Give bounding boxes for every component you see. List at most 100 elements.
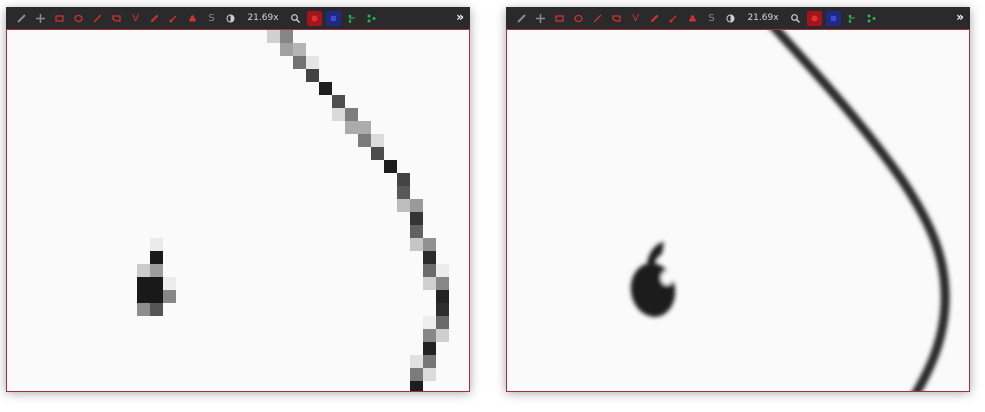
image-pixel: [436, 290, 449, 303]
image-pixel: [345, 108, 358, 121]
polygon-icon[interactable]: [107, 7, 126, 29]
vector-icon[interactable]: V: [126, 7, 145, 29]
image-pixel: [397, 199, 410, 212]
contrast-icon[interactable]: [721, 7, 740, 29]
more-tools-button[interactable]: »: [456, 10, 464, 24]
image-pixel: [436, 303, 449, 316]
viewer-toolbar: V S 21.69x »: [506, 7, 970, 29]
image-pixel: [436, 329, 449, 342]
graph-icon[interactable]: [362, 7, 381, 29]
image-pixel: [410, 368, 423, 381]
image-pixel: [371, 147, 384, 160]
image-pixel: [436, 316, 449, 329]
branch-icon[interactable]: [343, 7, 362, 29]
image-pixel: [397, 173, 410, 186]
zoom-icon[interactable]: [786, 7, 805, 29]
image-pixel: [137, 264, 150, 277]
s-label[interactable]: S: [202, 7, 221, 29]
image-pixel: [345, 121, 358, 134]
image-pixel: [280, 43, 293, 56]
image-pixel: [410, 225, 423, 238]
image-pixel: [150, 303, 163, 316]
image-pixel: [410, 355, 423, 368]
line-icon[interactable]: [588, 7, 607, 29]
layer-blue-toggle[interactable]: [326, 10, 341, 26]
image-pixel: [410, 381, 423, 391]
smooth-image: [630, 30, 950, 391]
ellipse-icon[interactable]: [569, 7, 588, 29]
pan-icon[interactable]: [31, 7, 50, 29]
image-pixel: [332, 95, 345, 108]
pencil-icon[interactable]: [145, 7, 164, 29]
image-pixel: [319, 82, 332, 95]
image-pixel: [423, 264, 436, 277]
image-pixel: [384, 160, 397, 173]
brush-icon[interactable]: [164, 7, 183, 29]
brush-icon[interactable]: [664, 7, 683, 29]
image-pixel: [423, 355, 436, 368]
ellipse-icon[interactable]: [69, 7, 88, 29]
image-pixel: [280, 30, 293, 43]
curve-stroke: [770, 30, 950, 391]
image-pixel: [150, 238, 163, 251]
image-pixel: [436, 264, 449, 277]
image-pixel: [137, 290, 150, 303]
image-pixel: [410, 212, 423, 225]
image-pixel: [423, 316, 436, 329]
rectangle-icon[interactable]: [50, 7, 69, 29]
image-pixel: [137, 303, 150, 316]
contrast-icon[interactable]: [221, 7, 240, 29]
image-pixel: [293, 56, 306, 69]
image-pixel: [163, 290, 176, 303]
zoom-icon[interactable]: [286, 7, 305, 29]
fill-icon[interactable]: [683, 7, 702, 29]
image-pixel: [423, 277, 436, 290]
layer-red-toggle[interactable]: [307, 10, 322, 26]
rectangle-icon[interactable]: [550, 7, 569, 29]
branch-icon[interactable]: [843, 7, 862, 29]
ruler-icon[interactable]: [12, 7, 31, 29]
image-pixel: [423, 238, 436, 251]
fill-icon[interactable]: [183, 7, 202, 29]
image-pixel: [150, 251, 163, 264]
zoom-level: 21.69x: [247, 13, 279, 23]
image-pixel: [306, 56, 319, 69]
image-pixel: [150, 277, 163, 290]
pencil-icon[interactable]: [645, 7, 664, 29]
image-pixel: [423, 329, 436, 342]
layer-red-toggle[interactable]: [807, 10, 822, 26]
image-pixel: [423, 368, 436, 381]
image-pixel: [423, 342, 436, 355]
image-canvas[interactable]: [506, 29, 970, 392]
image-pixel: [163, 277, 176, 290]
layer-blue-toggle[interactable]: [826, 10, 841, 26]
image-canvas[interactable]: [6, 29, 470, 392]
image-pixel: [293, 43, 306, 56]
graph-icon[interactable]: [862, 7, 881, 29]
ruler-icon[interactable]: [512, 7, 531, 29]
vector-icon[interactable]: V: [626, 7, 645, 29]
image-pixel: [358, 134, 371, 147]
viewer-toolbar: V S 21.69x »: [6, 7, 470, 29]
polygon-icon[interactable]: [607, 7, 626, 29]
image-pixel: [371, 134, 384, 147]
viewer-right: V S 21.69x »: [506, 7, 970, 392]
pan-icon[interactable]: [531, 7, 550, 29]
image-pixel: [332, 108, 345, 121]
viewer-left: V S 21.69x »: [6, 7, 470, 392]
image-pixel: [410, 238, 423, 251]
zoom-level: 21.69x: [747, 13, 779, 23]
more-tools-button[interactable]: »: [956, 10, 964, 24]
image-pixel: [137, 277, 150, 290]
s-label[interactable]: S: [702, 7, 721, 29]
image-pixel: [267, 30, 280, 43]
ink-blob: [630, 242, 676, 317]
image-pixel: [410, 199, 423, 212]
pixelated-image: [137, 30, 449, 391]
line-icon[interactable]: [88, 7, 107, 29]
image-pixel: [150, 264, 163, 277]
image-pixel: [423, 251, 436, 264]
image-pixel: [436, 277, 449, 290]
image-pixel: [306, 69, 319, 82]
image-pixel: [150, 290, 163, 303]
